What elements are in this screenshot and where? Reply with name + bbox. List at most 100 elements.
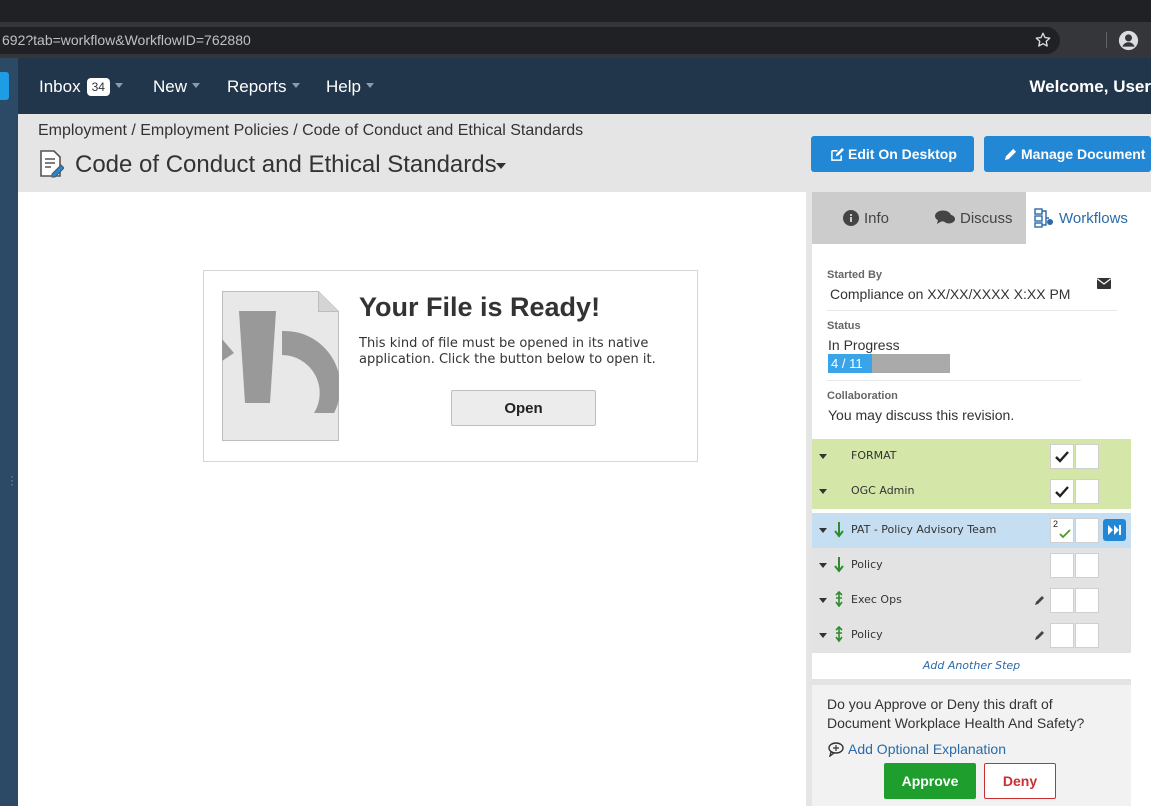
chevron-down-icon[interactable]	[819, 633, 827, 638]
step-status-box[interactable]	[1050, 588, 1074, 613]
tab-discuss-label: Discuss	[960, 209, 1013, 227]
manage-document-label: Manage Document	[1021, 146, 1146, 162]
workflow-step[interactable]: Policy	[812, 618, 1131, 653]
workflow-step[interactable]: OGC Admin	[812, 474, 1131, 509]
chevron-down-icon	[114, 83, 123, 89]
skip-forward-button[interactable]	[1103, 519, 1126, 541]
approval-question: Do you Approve or Deny this draft of Doc…	[827, 696, 1085, 731]
deny-button[interactable]: Deny	[984, 763, 1056, 799]
pencil-icon[interactable]	[1034, 594, 1046, 606]
edit-on-desktop-button[interactable]: Edit On Desktop	[811, 136, 974, 172]
toolbar-separator	[1106, 32, 1107, 48]
breadcrumb[interactable]: Employment / Employment Policies / Code …	[38, 122, 583, 140]
branch-arrow-icon	[835, 591, 843, 608]
open-file-button[interactable]: Open	[451, 390, 596, 426]
chevron-down-icon	[365, 83, 374, 89]
nav-reports-label: Reports	[227, 77, 287, 96]
divider	[827, 380, 1081, 381]
step-status-box[interactable]	[1050, 479, 1074, 504]
collaboration-value: You may discuss this revision.	[828, 407, 1015, 423]
edit-on-desktop-label: Edit On Desktop	[848, 146, 957, 162]
pencil-icon[interactable]	[1034, 629, 1046, 641]
step-name: FORMAT	[851, 449, 897, 462]
left-rail-tab[interactable]	[0, 72, 9, 100]
nav-reports[interactable]: Reports	[227, 77, 300, 97]
workflow-progress-text: 4 / 11	[831, 356, 863, 371]
manage-document-button[interactable]: Manage Document	[984, 136, 1151, 172]
nav-new-label: New	[153, 77, 188, 96]
workflow-step[interactable]: FORMAT	[812, 439, 1131, 474]
tab-info-label: Info	[864, 209, 890, 227]
welcome-user[interactable]: Welcome, User	[1029, 77, 1151, 97]
step-name: Policy	[851, 558, 883, 571]
chevron-down-icon[interactable]	[819, 489, 827, 494]
tab-workflows-label: Workflows	[1059, 209, 1128, 227]
browser-tabstrip	[0, 0, 1151, 22]
file-open-illustration	[222, 291, 339, 441]
step-status-box[interactable]	[1050, 553, 1074, 578]
nav-inbox-label: Inbox	[39, 77, 81, 96]
nav-inbox[interactable]: Inbox 34	[39, 77, 123, 97]
started-by-value: Compliance on XX/XX/XXXX X:XX PM	[830, 286, 1071, 302]
download-arrow-icon	[834, 557, 844, 573]
add-explanation-link[interactable]: Add Optional Explanation	[828, 741, 1006, 757]
step-name: OGC Admin	[851, 484, 915, 497]
pencil-icon	[1004, 148, 1017, 160]
step-status-box[interactable]	[1050, 623, 1074, 648]
tab-workflows[interactable]: Workflows	[1026, 192, 1131, 244]
status-label: Status	[827, 320, 861, 332]
workflow-step[interactable]: PAT - Policy Advisory Team 2	[812, 513, 1131, 548]
chevron-down-icon[interactable]	[819, 563, 827, 568]
chevron-down-icon	[291, 83, 300, 89]
info-icon	[843, 210, 859, 226]
file-ready-heading: Your File is Ready!	[359, 292, 601, 322]
nav-help[interactable]: Help	[326, 77, 374, 97]
envelope-icon[interactable]	[1097, 278, 1111, 289]
chat-bubbles-icon	[935, 210, 955, 224]
step-status-box[interactable]	[1075, 553, 1099, 578]
step-name: Policy	[851, 628, 883, 641]
divider	[827, 310, 1117, 311]
profile-icon[interactable]	[1118, 30, 1139, 51]
step-status-box[interactable]	[1075, 518, 1099, 543]
resize-grip-icon[interactable]: · · ·	[10, 470, 14, 490]
step-status-box[interactable]	[1075, 588, 1099, 613]
step-name: Exec Ops	[851, 593, 902, 606]
workflow-step[interactable]: Exec Ops	[812, 583, 1131, 618]
chevron-down-icon[interactable]	[496, 163, 506, 169]
comment-add-icon	[828, 741, 844, 757]
step-status-box[interactable]	[1075, 444, 1099, 469]
tab-discuss[interactable]: Discuss	[935, 192, 1013, 244]
chevron-down-icon[interactable]	[819, 598, 827, 603]
step-status-box[interactable]	[1075, 479, 1099, 504]
checkmark-icon	[1055, 451, 1069, 463]
download-arrow-icon	[834, 522, 844, 538]
step-status-box[interactable]: 2	[1050, 518, 1074, 543]
tab-info[interactable]: Info	[843, 192, 889, 244]
step-status-box[interactable]	[1075, 623, 1099, 648]
edit-icon	[831, 147, 844, 161]
approval-count: 2	[1053, 519, 1059, 529]
branch-arrow-icon	[835, 626, 843, 643]
checkmark-icon	[1059, 529, 1071, 539]
started-by-label: Started By	[827, 269, 883, 281]
collaboration-label: Collaboration	[827, 390, 898, 402]
workflow-progress-bar: 4 / 11	[828, 354, 950, 373]
add-another-step-link[interactable]: Add Another Step	[812, 654, 1131, 678]
left-rail	[0, 58, 18, 806]
chevron-down-icon	[192, 83, 201, 89]
document-edit-icon	[40, 150, 64, 178]
add-explanation-label: Add Optional Explanation	[848, 741, 1006, 757]
chevron-down-icon[interactable]	[819, 528, 827, 533]
file-ready-description: This kind of file must be opened in its …	[359, 336, 656, 367]
nav-help-label: Help	[326, 77, 361, 96]
workflow-step[interactable]: Policy	[812, 548, 1131, 583]
step-status-box[interactable]	[1050, 444, 1074, 469]
approve-button[interactable]: Approve	[884, 763, 976, 799]
status-value: In Progress	[828, 337, 900, 353]
step-name: PAT - Policy Advisory Team	[851, 523, 997, 536]
chevron-down-icon[interactable]	[819, 454, 827, 459]
bookmark-star-icon[interactable]	[1034, 31, 1052, 49]
address-bar-url[interactable]: 692?tab=workflow&WorkflowID=762880	[2, 32, 251, 48]
nav-new[interactable]: New	[153, 77, 201, 97]
